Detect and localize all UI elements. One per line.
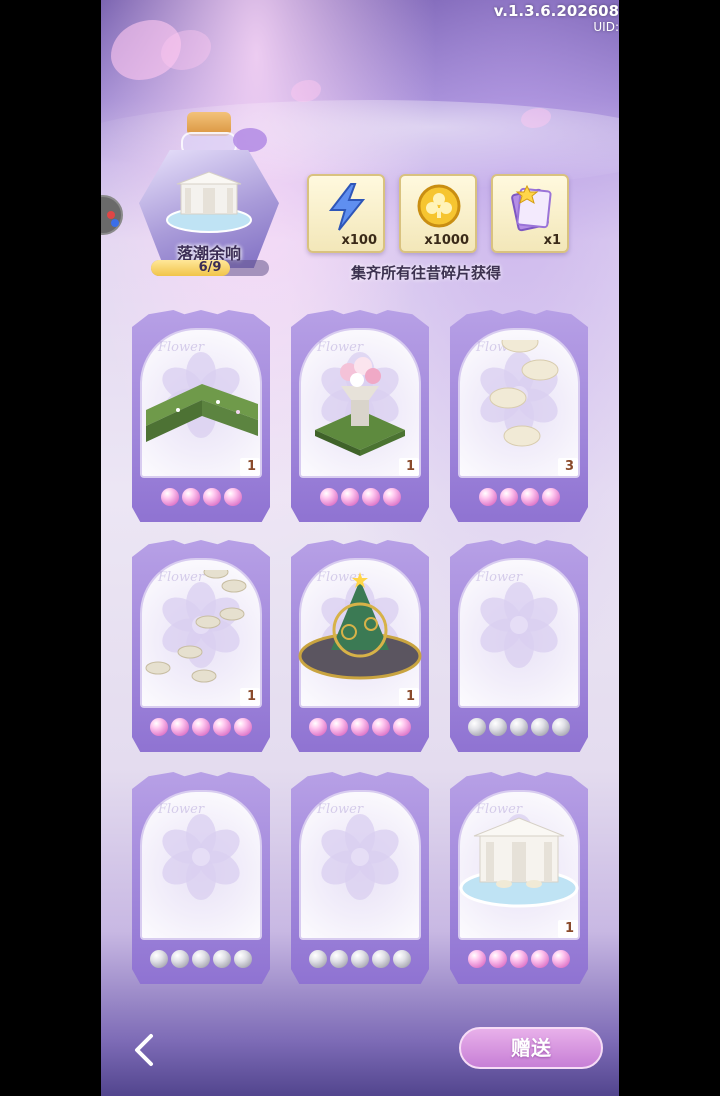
side-dot [111, 219, 119, 227]
rarity-pearl-icon [234, 950, 252, 968]
game-screen: v.1.3.6.202608 UID: 落潮余响 6/9 x100 x1000 … [101, 0, 619, 1096]
reward-quantity: x1000 [424, 233, 469, 248]
rarity-pearl-icon [223, 488, 242, 506]
rarity-pearl-icon [510, 950, 528, 968]
rarity-pearl-icon [351, 950, 369, 968]
rarity-pearl-icon [150, 950, 168, 968]
fragment-card[interactable]: Flower 1 [132, 310, 270, 522]
rarity-pearl-icon [510, 718, 528, 736]
rarity-pearl-icon [468, 718, 486, 736]
reward-energy[interactable]: x100 [307, 174, 385, 253]
rarity-pearl-icon [192, 718, 210, 736]
rarity-pearl-icon [489, 718, 507, 736]
card-count: 1 [240, 458, 260, 476]
fragment-card[interactable]: Flower [132, 772, 270, 984]
fragment-card[interactable]: Flower 3 [450, 310, 588, 522]
rarity-pearl-icon [150, 718, 168, 736]
rarity-pearl-icon [468, 950, 486, 968]
flower-placeholder-icon [321, 814, 399, 900]
rarity-pearl-icon [319, 488, 338, 506]
card-rarity [132, 718, 270, 738]
card-count: 1 [399, 458, 419, 476]
rarity-pearl-icon [202, 488, 221, 506]
floating-side-button[interactable] [101, 195, 123, 235]
rarity-pearl-icon [330, 950, 348, 968]
fountain-icon [166, 171, 252, 233]
rarity-pearl-icon [309, 718, 327, 736]
flower-placeholder-icon [162, 814, 240, 900]
fragment-card[interactable]: Flower [450, 540, 588, 752]
card-count: 1 [399, 688, 419, 706]
card-rarity [132, 488, 270, 508]
gold-coin-icon [417, 184, 461, 228]
rarity-pearl-icon [181, 488, 200, 506]
rarity-pearl-icon [531, 718, 549, 736]
rarity-pearl-icon [393, 718, 411, 736]
rarity-pearl-icon [351, 718, 369, 736]
card-rarity [291, 718, 429, 738]
side-dot [107, 211, 115, 219]
card-count: 1 [240, 688, 260, 706]
flower-urn-icon [315, 357, 405, 456]
armillary-tree-icon [298, 572, 422, 680]
fountain-icon [459, 817, 579, 908]
fragment-card[interactable]: Flower 1 [291, 540, 429, 752]
rarity-pearl-icon [552, 718, 570, 736]
card-rarity [291, 950, 429, 970]
collection-progress-bar: 6/9 [151, 260, 269, 276]
rarity-pearl-icon [192, 950, 210, 968]
rarity-pearl-icon [171, 718, 189, 736]
rarity-pearl-icon [361, 488, 380, 506]
rarity-pearl-icon [393, 950, 411, 968]
uid-text: UID: [593, 20, 619, 34]
fragment-card[interactable]: Flower 1 [291, 310, 429, 522]
rarity-pearl-icon [541, 488, 560, 506]
lightning-icon [328, 183, 366, 231]
butterfly-decoration [291, 80, 321, 102]
version-text: v.1.3.6.202608 [493, 2, 619, 20]
fragment-card[interactable]: Flower 1 [132, 540, 270, 752]
rarity-pearl-icon [330, 718, 348, 736]
stepping-stones-icon [489, 340, 559, 447]
reward-coins[interactable]: x1000 [399, 174, 477, 253]
flower-placeholder-icon [480, 582, 558, 668]
gift-button[interactable]: 赠送 [459, 1027, 603, 1069]
hedge-icon [146, 384, 258, 442]
rarity-pearl-icon [531, 950, 549, 968]
pebble-path-icon [145, 570, 247, 683]
progress-text: 6/9 [198, 260, 222, 275]
chevron-left-icon[interactable] [125, 1030, 165, 1070]
fragment-card[interactable]: Flower [291, 772, 429, 984]
rarity-pearl-icon [489, 950, 507, 968]
rarity-pearl-icon [171, 950, 189, 968]
collection-bottle[interactable]: 落潮余响 6/9 [137, 112, 281, 282]
rarity-pearl-icon [213, 950, 231, 968]
card-rarity [450, 950, 588, 970]
rarity-pearl-icon [520, 488, 539, 506]
rarity-pearl-icon [499, 488, 518, 506]
card-pack-icon [511, 184, 552, 232]
reward-quantity: x100 [341, 233, 377, 248]
rarity-pearl-icon [309, 950, 327, 968]
card-rarity [291, 488, 429, 508]
card-rarity [132, 950, 270, 970]
reward-caption: 集齐所有往昔碎片获得 [351, 264, 502, 282]
card-count: 1 [558, 920, 578, 938]
rarity-pearl-icon [372, 718, 390, 736]
card-rarity [450, 488, 588, 508]
card-rarity [450, 718, 588, 738]
fragment-card[interactable]: Flower 1 [450, 772, 588, 984]
rarity-pearl-icon [478, 488, 497, 506]
reward-card-pack[interactable]: x1 [491, 174, 569, 253]
reward-quantity: x1 [543, 233, 561, 248]
rarity-pearl-icon [340, 488, 359, 506]
rarity-pearl-icon [372, 950, 390, 968]
card-count: 3 [558, 458, 578, 476]
rarity-pearl-icon [382, 488, 401, 506]
rarity-pearl-icon [213, 718, 231, 736]
rarity-pearl-icon [552, 950, 570, 968]
ribbon-bow-icon [233, 128, 267, 152]
rarity-pearl-icon [234, 718, 252, 736]
rarity-pearl-icon [160, 488, 179, 506]
